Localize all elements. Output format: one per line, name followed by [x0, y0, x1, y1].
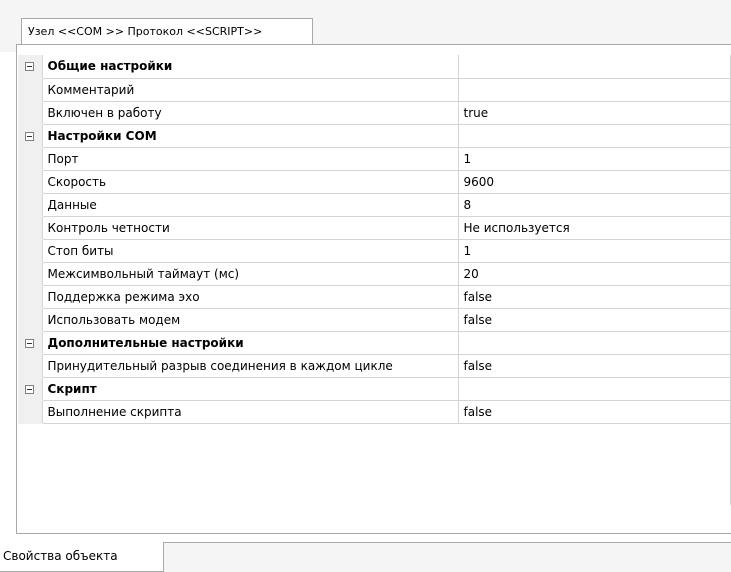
- property-name: Включен в работу: [42, 101, 459, 125]
- property-value[interactable]: false: [458, 308, 731, 332]
- property-row-force-disconnect[interactable]: Принудительный разрыв соединения в каждо…: [18, 354, 731, 378]
- property-value[interactable]: 9600: [458, 170, 731, 194]
- category-com[interactable]: Настройки COM: [18, 124, 731, 148]
- property-row-intersymbol-timeout[interactable]: Межсимвольный таймаут (мс) 20: [18, 262, 731, 286]
- property-name: Использовать модем: [42, 308, 459, 332]
- tab-object-properties-label: Свойства объекта: [3, 549, 118, 563]
- property-name: Скорость: [42, 170, 459, 194]
- collapse-icon[interactable]: [25, 62, 35, 72]
- property-row-stop-bits[interactable]: Стоп биты 1: [18, 239, 731, 263]
- property-value[interactable]: false: [458, 285, 731, 309]
- collapse-icon[interactable]: [25, 384, 35, 394]
- category-extra[interactable]: Дополнительные настройки: [18, 331, 731, 355]
- property-row-comment[interactable]: Комментарий: [18, 78, 731, 102]
- property-row-enabled[interactable]: Включен в работу true: [18, 101, 731, 125]
- property-value[interactable]: false: [458, 400, 731, 424]
- property-name: Принудительный разрыв соединения в каждо…: [42, 354, 459, 378]
- category-title: Дополнительные настройки: [42, 331, 459, 355]
- property-row-parity[interactable]: Контроль четности Не используется: [18, 216, 731, 240]
- property-value[interactable]: 20: [458, 262, 731, 286]
- property-value[interactable]: Не используется: [458, 216, 731, 240]
- tab-object-properties[interactable]: Свойства объекта: [0, 542, 164, 572]
- property-row-script-execution[interactable]: Выполнение скрипта false: [18, 400, 731, 424]
- property-row-echo-mode[interactable]: Поддержка режима эхо false: [18, 285, 731, 309]
- tab-node-protocol[interactable]: Узел <<COM >> Протокол <<SCRIPT>>: [21, 18, 313, 45]
- category-title: Настройки COM: [42, 124, 459, 148]
- category-general[interactable]: Общие настройки: [18, 55, 731, 79]
- property-name: Данные: [42, 193, 459, 217]
- property-row-port[interactable]: Порт 1: [18, 147, 731, 171]
- property-value[interactable]: [458, 78, 731, 102]
- property-name: Выполнение скрипта: [42, 400, 459, 424]
- collapse-icon[interactable]: [25, 338, 35, 348]
- property-value[interactable]: false: [458, 354, 731, 378]
- category-title: Общие настройки: [42, 55, 459, 79]
- property-row-speed[interactable]: Скорость 9600: [18, 170, 731, 194]
- tab-node-protocol-label: Узел <<COM >> Протокол <<SCRIPT>>: [28, 25, 263, 38]
- property-value[interactable]: true: [458, 101, 731, 125]
- property-row-use-modem[interactable]: Использовать модем false: [18, 308, 731, 332]
- property-row-data-bits[interactable]: Данные 8: [18, 193, 731, 217]
- property-name: Порт: [42, 147, 459, 171]
- property-value[interactable]: 1: [458, 147, 731, 171]
- property-grid: Общие настройки Комментарий Включен в ра…: [18, 55, 731, 424]
- category-script[interactable]: Скрипт: [18, 377, 731, 401]
- property-name: Стоп биты: [42, 239, 459, 263]
- collapse-icon[interactable]: [25, 131, 35, 141]
- property-value[interactable]: 8: [458, 193, 731, 217]
- property-name: Межсимвольный таймаут (мс): [42, 262, 459, 286]
- property-name: Комментарий: [42, 78, 459, 102]
- property-value[interactable]: 1: [458, 239, 731, 263]
- property-name: Поддержка режима эхо: [42, 285, 459, 309]
- property-name: Контроль четности: [42, 216, 459, 240]
- category-title: Скрипт: [42, 377, 459, 401]
